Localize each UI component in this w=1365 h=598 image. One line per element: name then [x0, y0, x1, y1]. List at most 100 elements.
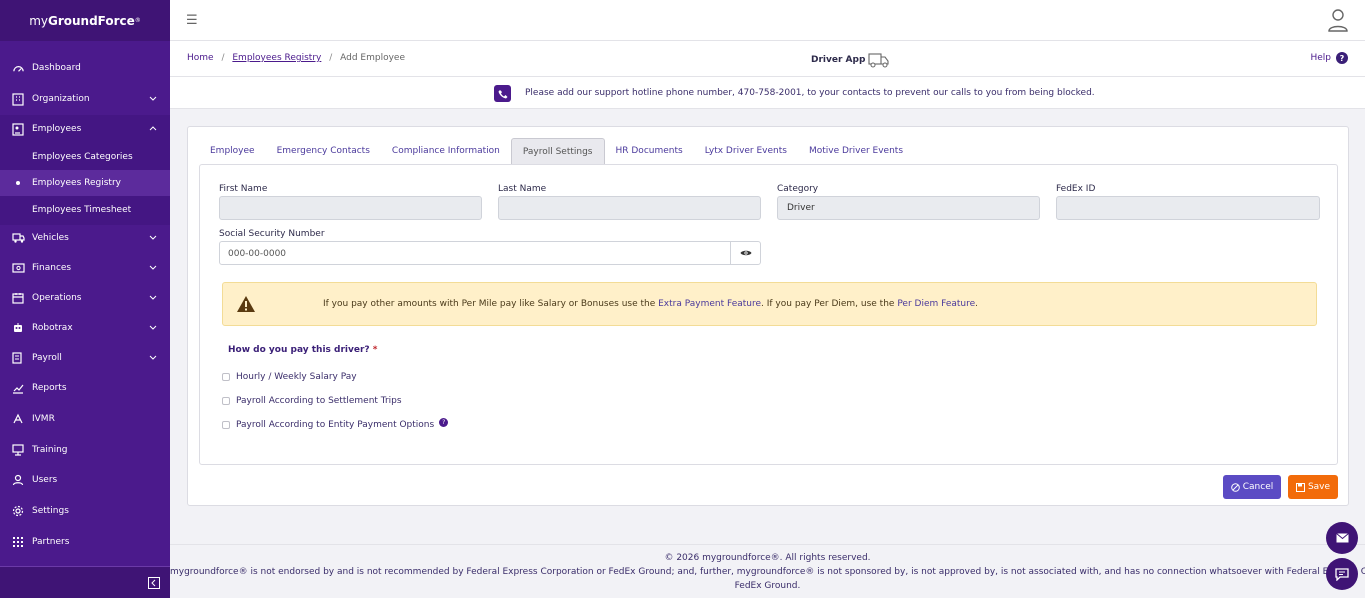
ssn-input-group: 000-00-0000	[219, 241, 761, 265]
sidebar-item-dashboard[interactable]: Dashboard	[0, 55, 170, 81]
sidebar-item-training[interactable]: Training	[0, 437, 170, 463]
per-diem-feature-link[interactable]: Per Diem Feature	[897, 299, 975, 309]
show-ssn-button[interactable]	[730, 242, 760, 264]
sidebar: my GroundForce ® Dashboard Organization Em…	[0, 0, 170, 598]
chevron-down-icon	[149, 96, 157, 101]
checkbox[interactable]	[222, 397, 230, 405]
ssn-input[interactable]: 000-00-0000	[228, 249, 286, 259]
collapse-sidebar-icon[interactable]	[148, 577, 160, 589]
page-footer: © 2026 mygroundforce®. All rights reserv…	[170, 544, 1365, 598]
sidebar-item-label: Settings	[32, 506, 69, 516]
sidebar-sub-label: Employees Timesheet	[32, 205, 132, 215]
tab-compliance-information[interactable]: Compliance Information	[381, 138, 511, 164]
option-hourly-weekly[interactable]: Hourly / Weekly Salary Pay	[222, 372, 357, 382]
live-chat-button[interactable]	[1326, 558, 1358, 590]
training-icon	[11, 443, 25, 457]
sidebar-item-operations[interactable]: Operations	[0, 285, 170, 311]
option-label: Payroll According to Entity Payment Opti…	[236, 420, 435, 430]
breadcrumb-employees-registry[interactable]: Employees Registry	[232, 53, 321, 63]
sidebar-item-label: Robotrax	[32, 323, 73, 333]
sidebar-item-employees[interactable]: Employees	[0, 116, 170, 142]
sidebar-item-reports[interactable]: Reports	[0, 375, 170, 401]
checkbox[interactable]	[222, 373, 230, 381]
tab-employee[interactable]: Employee	[199, 138, 266, 164]
cancel-label: Cancel	[1242, 482, 1274, 492]
chevron-down-icon	[149, 265, 157, 270]
first-name-field[interactable]	[219, 196, 482, 220]
sidebar-item-robotrax[interactable]: Robotrax	[0, 315, 170, 341]
warning-triangle-icon	[237, 296, 255, 312]
option-entity-payment[interactable]: Payroll According to Entity Payment Opti…	[222, 418, 449, 430]
breadcrumb-home[interactable]: Home	[187, 53, 214, 63]
breadcrumb-bar: Home / Employees Registry / Add Employee…	[170, 41, 1365, 77]
brand-logo[interactable]: my GroundForce ®	[0, 0, 170, 41]
help-link[interactable]: Help ?	[1310, 52, 1348, 64]
sidebar-sub-employees-timesheet[interactable]: Employees Timesheet	[0, 197, 170, 223]
save-disk-icon	[1295, 482, 1305, 492]
sidebar-item-label: Vehicles	[32, 233, 69, 243]
sidebar-item-organization[interactable]: Organization	[0, 86, 170, 112]
tab-hr-documents[interactable]: HR Documents	[605, 138, 694, 164]
chevron-up-icon	[149, 126, 157, 131]
warning-text-part: . If you pay Per Diem, use the	[761, 299, 898, 309]
envelope-icon	[1335, 533, 1349, 543]
sidebar-item-settings[interactable]: Settings	[0, 498, 170, 524]
sidebar-item-label: Finances	[32, 263, 72, 273]
tab-lytx-driver-events[interactable]: Lytx Driver Events	[694, 138, 798, 164]
sidebar-item-finances[interactable]: Finances	[0, 255, 170, 281]
driver-app-label: Driver App	[811, 55, 866, 65]
driver-app-link[interactable]: Driver App	[811, 52, 890, 68]
tab-motive-driver-events[interactable]: Motive Driver Events	[798, 138, 914, 164]
first-name-label: First Name	[219, 184, 268, 194]
question-text: How do you pay this driver?	[228, 345, 370, 355]
sidebar-item-label: Payroll	[32, 353, 62, 363]
form-tabs: Employee Emergency Contacts Compliance I…	[199, 138, 914, 164]
sidebar-item-label: IVMR	[32, 414, 55, 424]
fedex-id-field[interactable]	[1056, 196, 1320, 220]
sidebar-sub-employees-categories[interactable]: Employees Categories	[0, 144, 170, 170]
brand-bold: GroundForce	[47, 13, 135, 28]
sidebar-item-payroll[interactable]: Payroll	[0, 345, 170, 371]
sidebar-item-label: Operations	[32, 293, 82, 303]
chevron-down-icon	[149, 235, 157, 240]
info-icon[interactable]: ?	[439, 418, 449, 427]
eye-icon	[740, 250, 751, 256]
sidebar-item-label: Partners	[32, 537, 70, 547]
grid-icon	[11, 535, 25, 549]
sidebar-item-users[interactable]: Users	[0, 467, 170, 493]
employee-form-card: Employee Emergency Contacts Compliance I…	[187, 126, 1349, 506]
tab-payroll-settings[interactable]: Payroll Settings	[510, 138, 605, 164]
ivmr-icon	[11, 412, 25, 426]
tab-emergency-contacts[interactable]: Emergency Contacts	[266, 138, 381, 164]
sidebar-item-ivmr[interactable]: IVMR	[0, 406, 170, 432]
extra-payment-feature-link[interactable]: Extra Payment Feature	[658, 299, 761, 309]
delivery-truck-icon	[868, 53, 889, 68]
brand-suffix: ®	[134, 17, 141, 24]
sidebar-item-label: Training	[32, 445, 68, 455]
hamburger-menu-icon[interactable]: ☰	[186, 13, 198, 28]
active-dot-icon	[16, 181, 20, 185]
warning-text-part: If you pay other amounts with Per Mile p…	[323, 299, 659, 309]
calendar-icon	[11, 291, 25, 305]
sidebar-item-label: Organization	[32, 94, 90, 104]
cancel-button[interactable]: Cancel	[1223, 475, 1281, 499]
chevron-down-icon	[149, 355, 157, 360]
robot-icon	[11, 321, 25, 335]
cancel-circle-icon	[1230, 482, 1240, 492]
email-chat-button[interactable]	[1326, 522, 1358, 554]
save-button[interactable]: Save	[1288, 475, 1338, 499]
category-label: Category	[777, 184, 819, 194]
hotline-notice: Please add our support hotline phone num…	[170, 77, 1365, 109]
category-field[interactable]: Driver	[777, 196, 1040, 220]
sidebar-sub-employees-registry[interactable]: Employees Registry	[0, 170, 170, 196]
option-label: Hourly / Weekly Salary Pay	[236, 372, 357, 382]
sidebar-item-label: Employees	[32, 124, 82, 134]
save-label: Save	[1307, 482, 1331, 492]
sidebar-item-vehicles[interactable]: Vehicles	[0, 225, 170, 251]
disclaimer-text-end: FedEx Ground.	[734, 581, 801, 591]
checkbox[interactable]	[222, 421, 230, 429]
user-avatar-icon[interactable]	[1327, 8, 1349, 32]
last-name-field[interactable]	[498, 196, 761, 220]
sidebar-item-partners[interactable]: Partners	[0, 529, 170, 555]
option-settlement-trips[interactable]: Payroll According to Settlement Trips	[222, 396, 402, 406]
